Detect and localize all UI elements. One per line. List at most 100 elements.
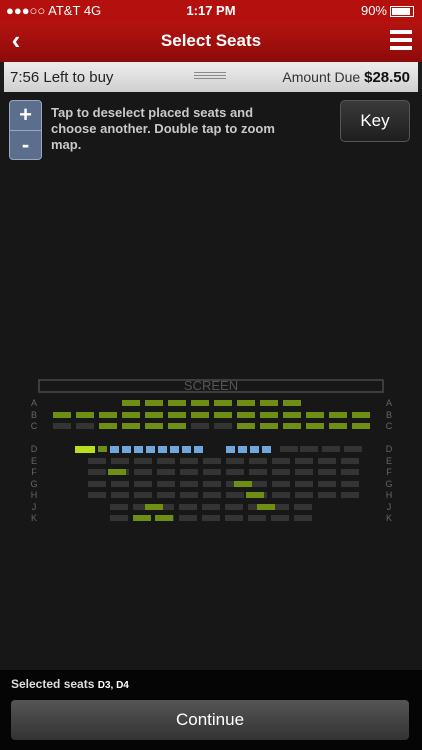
seat[interactable] xyxy=(341,492,359,498)
seat[interactable] xyxy=(260,400,278,406)
seat[interactable] xyxy=(225,515,243,521)
seat[interactable] xyxy=(249,458,267,464)
seat[interactable] xyxy=(226,469,244,475)
seat[interactable] xyxy=(237,423,255,429)
seat[interactable] xyxy=(225,504,243,510)
seat[interactable] xyxy=(110,504,128,510)
seat[interactable] xyxy=(191,400,209,406)
accessible-seat[interactable] xyxy=(146,446,155,453)
seat[interactable] xyxy=(111,481,129,487)
accessible-seat[interactable] xyxy=(194,446,203,453)
seat[interactable] xyxy=(180,492,198,498)
seat[interactable] xyxy=(134,492,152,498)
seat[interactable] xyxy=(283,423,301,429)
seat[interactable] xyxy=(53,423,71,429)
seat[interactable] xyxy=(352,423,370,429)
seat[interactable] xyxy=(145,400,163,406)
seat[interactable] xyxy=(108,469,126,475)
hamburger-menu-icon[interactable] xyxy=(390,30,412,52)
seat[interactable] xyxy=(145,423,163,429)
seat[interactable] xyxy=(306,412,324,418)
accessible-seat[interactable] xyxy=(262,446,271,453)
seat[interactable] xyxy=(191,423,209,429)
seat[interactable] xyxy=(122,423,140,429)
seat[interactable] xyxy=(99,412,117,418)
seat[interactable] xyxy=(237,412,255,418)
accessible-seat[interactable] xyxy=(226,446,235,453)
seat[interactable] xyxy=(180,481,198,487)
seat[interactable] xyxy=(180,469,198,475)
seat[interactable] xyxy=(260,423,278,429)
seat[interactable] xyxy=(134,469,152,475)
seat-map[interactable]: SCREEN A AB BC CD DE EF FG GH HJ JK K xyxy=(0,375,422,535)
seat[interactable] xyxy=(318,469,336,475)
seat[interactable] xyxy=(88,469,106,475)
seat[interactable] xyxy=(214,423,232,429)
seat[interactable] xyxy=(88,492,106,498)
seat[interactable] xyxy=(329,412,347,418)
seat[interactable] xyxy=(246,492,264,498)
seat[interactable] xyxy=(168,423,186,429)
seat[interactable] xyxy=(306,423,324,429)
seat[interactable] xyxy=(226,492,244,498)
seat[interactable] xyxy=(352,412,370,418)
seat[interactable] xyxy=(272,469,290,475)
seat[interactable] xyxy=(203,481,221,487)
seat[interactable] xyxy=(283,412,301,418)
seat[interactable] xyxy=(248,515,266,521)
seat[interactable] xyxy=(110,515,128,521)
seat[interactable] xyxy=(133,515,151,521)
drag-handle-icon[interactable] xyxy=(194,72,226,81)
seat[interactable] xyxy=(322,446,340,452)
seat[interactable] xyxy=(272,481,290,487)
seat[interactable] xyxy=(214,400,232,406)
seat[interactable] xyxy=(295,492,313,498)
seat[interactable] xyxy=(283,400,301,406)
seat[interactable] xyxy=(168,400,186,406)
seat[interactable] xyxy=(280,446,298,452)
seat[interactable] xyxy=(237,400,255,406)
accessible-seat[interactable] xyxy=(238,446,247,453)
seat[interactable] xyxy=(300,446,318,452)
accessible-seat[interactable] xyxy=(110,446,119,453)
seat[interactable] xyxy=(203,492,221,498)
zoom-in-button[interactable]: + xyxy=(10,101,41,131)
seat[interactable] xyxy=(202,515,220,521)
seat[interactable] xyxy=(260,412,278,418)
seat[interactable] xyxy=(318,481,336,487)
seat[interactable] xyxy=(145,412,163,418)
seat[interactable] xyxy=(344,446,362,452)
seat[interactable] xyxy=(234,481,252,487)
seat[interactable] xyxy=(294,515,312,521)
seat[interactable] xyxy=(203,458,221,464)
seat[interactable] xyxy=(191,412,209,418)
seat[interactable] xyxy=(99,423,117,429)
seat[interactable] xyxy=(203,469,221,475)
seat[interactable] xyxy=(155,515,173,521)
seat[interactable] xyxy=(295,458,313,464)
seat[interactable] xyxy=(272,458,290,464)
seat[interactable] xyxy=(257,504,275,510)
seat[interactable] xyxy=(272,492,290,498)
seat[interactable] xyxy=(111,492,129,498)
accessible-seat[interactable] xyxy=(182,446,191,453)
seat[interactable] xyxy=(318,458,336,464)
seat-selected[interactable] xyxy=(75,446,95,453)
seat[interactable] xyxy=(76,412,94,418)
seat[interactable] xyxy=(179,504,197,510)
accessible-seat[interactable] xyxy=(122,446,131,453)
seat[interactable] xyxy=(329,423,347,429)
seat[interactable] xyxy=(157,458,175,464)
seat[interactable] xyxy=(180,458,198,464)
seat[interactable] xyxy=(88,481,106,487)
seat[interactable] xyxy=(168,412,186,418)
accessible-seat[interactable] xyxy=(250,446,259,453)
seat[interactable] xyxy=(226,458,244,464)
seat[interactable] xyxy=(341,481,359,487)
seat[interactable] xyxy=(271,515,289,521)
seat[interactable] xyxy=(76,423,94,429)
seat[interactable] xyxy=(157,492,175,498)
seat[interactable] xyxy=(53,412,71,418)
seat[interactable] xyxy=(88,458,106,464)
seat[interactable] xyxy=(214,412,232,418)
